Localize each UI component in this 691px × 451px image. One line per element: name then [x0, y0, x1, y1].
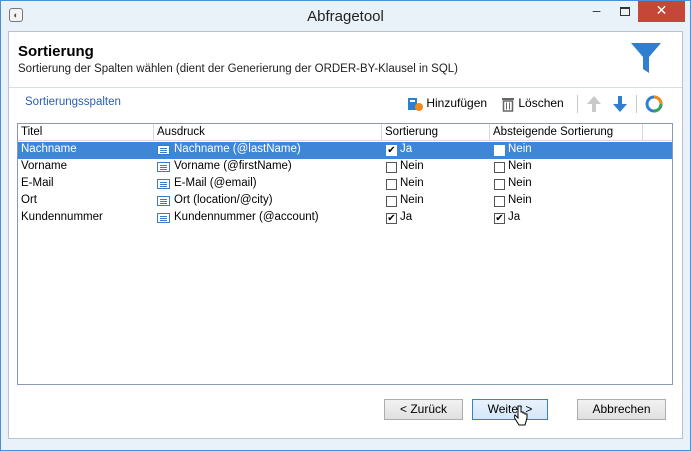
descending-checkbox[interactable] — [494, 196, 505, 207]
move-down-icon[interactable] — [612, 95, 628, 113]
maximize-icon — [619, 7, 630, 16]
sort-value: Nein — [400, 160, 424, 172]
row-expression: Kundennummer (@account) — [174, 211, 319, 223]
table-row[interactable]: E-Mail E-Mail (@email) Nein Nein — [18, 176, 672, 193]
add-column-icon — [408, 97, 423, 111]
add-button[interactable]: Hinzufügen — [407, 93, 487, 113]
column-divider[interactable] — [642, 124, 643, 141]
descending-value: Nein — [508, 177, 532, 189]
page-title: Sortierung — [18, 43, 94, 60]
query-tool-window: ◐ Abfragetool ‒ ✕ Sortierung Sortierung … — [0, 0, 691, 451]
expression-icon — [157, 145, 170, 155]
descending-value: Nein — [508, 160, 532, 172]
descending-value: Ja — [508, 211, 521, 223]
close-button[interactable]: ✕ — [638, 1, 685, 22]
add-label: Hinzufügen — [426, 96, 488, 110]
cancel-button[interactable]: Abbrechen — [577, 399, 666, 420]
table-header: Titel Ausdruck Sortierung Absteigende So… — [18, 124, 672, 141]
expression-icon — [157, 162, 170, 172]
expression-icon — [157, 213, 170, 223]
descending-value: Nein — [508, 194, 532, 206]
dialog-client-area: Sortierung Sortierung der Spalten wählen… — [8, 31, 683, 439]
wizard-header: Sortierung Sortierung der Spalten wählen… — [9, 32, 682, 82]
filter-funnel-icon — [631, 43, 661, 73]
next-button[interactable]: Weiter > — [472, 399, 548, 420]
column-header-descending[interactable]: Absteigende Sortierung — [493, 126, 613, 138]
descending-checkbox[interactable] — [494, 162, 505, 173]
descending-value: Nein — [508, 143, 532, 155]
sort-columns-table: Titel Ausdruck Sortierung Absteigende So… — [17, 123, 673, 385]
table-row[interactable]: Ort Ort (location/@city) Nein Nein — [18, 193, 672, 210]
delete-label: Löschen — [518, 96, 564, 110]
column-divider[interactable] — [381, 124, 382, 141]
descending-checkbox[interactable]: ✔ — [494, 213, 505, 224]
sort-checkbox[interactable] — [386, 179, 397, 190]
column-header-sort[interactable]: Sortierung — [385, 126, 438, 138]
sort-checkbox[interactable]: ✔ — [386, 213, 397, 224]
sort-value: Nein — [400, 177, 424, 189]
row-expression: Vorname (@firstName) — [174, 160, 292, 172]
column-header-expression[interactable]: Ausdruck — [157, 126, 205, 138]
section-label: Sortierungsspalten — [25, 96, 121, 108]
row-title: Nachname — [21, 143, 77, 155]
sort-checkbox[interactable] — [386, 196, 397, 207]
row-title: E-Mail — [21, 177, 54, 189]
title-bar: ◐ Abfragetool ‒ ✕ — [1, 1, 690, 31]
expression-icon — [157, 196, 170, 206]
row-expression: E-Mail (@email) — [174, 177, 257, 189]
mouse-cursor-icon — [514, 405, 528, 426]
column-divider[interactable] — [489, 124, 490, 141]
table-row[interactable]: Vorname Vorname (@firstName) Nein Nein — [18, 159, 672, 176]
sort-value: Nein — [400, 194, 424, 206]
chart-pie-icon[interactable] — [645, 95, 663, 113]
toolbar-separator — [577, 95, 578, 113]
sort-checkbox[interactable] — [386, 162, 397, 173]
row-expression: Ort (location/@city) — [174, 194, 273, 206]
column-header-title[interactable]: Titel — [21, 126, 42, 138]
table-row[interactable]: Kundennummer Kundennummer (@account) ✔ J… — [18, 210, 672, 227]
sort-checkbox[interactable]: ✔ — [386, 145, 397, 156]
row-title: Vorname — [21, 160, 68, 172]
column-divider[interactable] — [153, 124, 154, 141]
sort-value: Ja — [400, 143, 413, 155]
move-up-icon[interactable] — [586, 95, 602, 113]
row-title: Ort — [21, 194, 37, 206]
descending-checkbox[interactable] — [494, 179, 505, 190]
trash-icon — [502, 97, 514, 112]
delete-button[interactable]: Löschen — [501, 93, 564, 113]
page-subtitle: Sortierung der Spalten wählen (dient der… — [18, 63, 458, 75]
descending-checkbox[interactable] — [494, 145, 505, 156]
toolbar-separator — [636, 95, 637, 113]
expression-icon — [157, 179, 170, 189]
table-row[interactable]: Nachname Nachname (@lastName) ✔ Ja Nein — [18, 142, 672, 159]
back-button[interactable]: < Zurück — [384, 399, 463, 420]
minimize-button[interactable]: ‒ — [583, 1, 610, 22]
row-title: Kundennummer — [21, 211, 103, 223]
sort-value: Ja — [400, 211, 413, 223]
row-expression: Nachname (@lastName) — [174, 143, 301, 155]
maximize-button[interactable] — [611, 1, 638, 22]
